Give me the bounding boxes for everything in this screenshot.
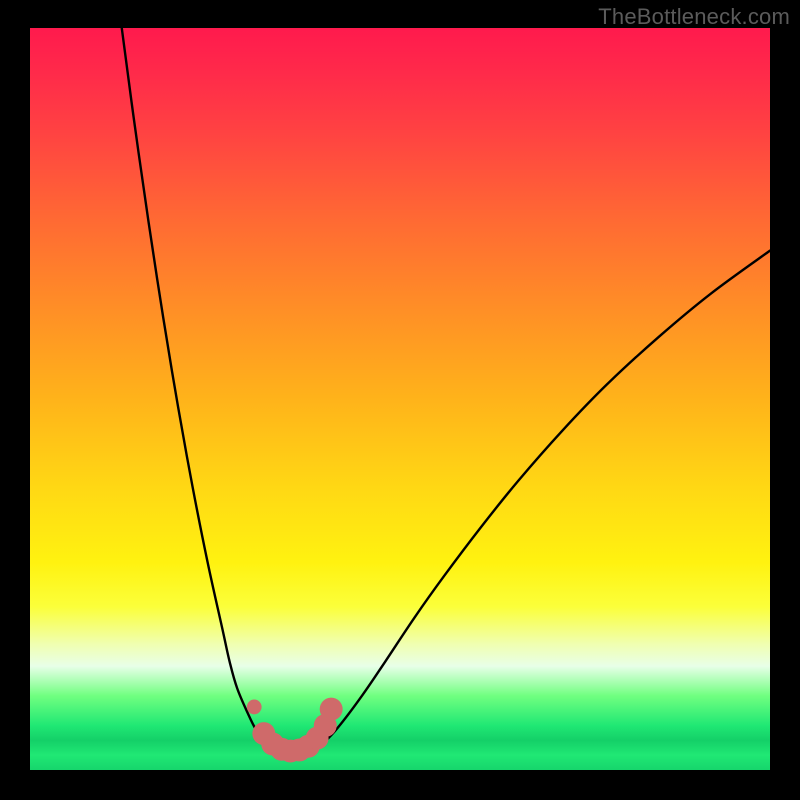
chart-frame: TheBottleneck.com <box>0 0 800 800</box>
highlight-dot <box>247 700 262 715</box>
chart-svg <box>30 28 770 770</box>
curve-right-curve <box>315 251 770 747</box>
watermark-text: TheBottleneck.com <box>598 4 790 30</box>
curve-left-curve <box>122 28 274 746</box>
highlight-dot <box>320 698 343 721</box>
